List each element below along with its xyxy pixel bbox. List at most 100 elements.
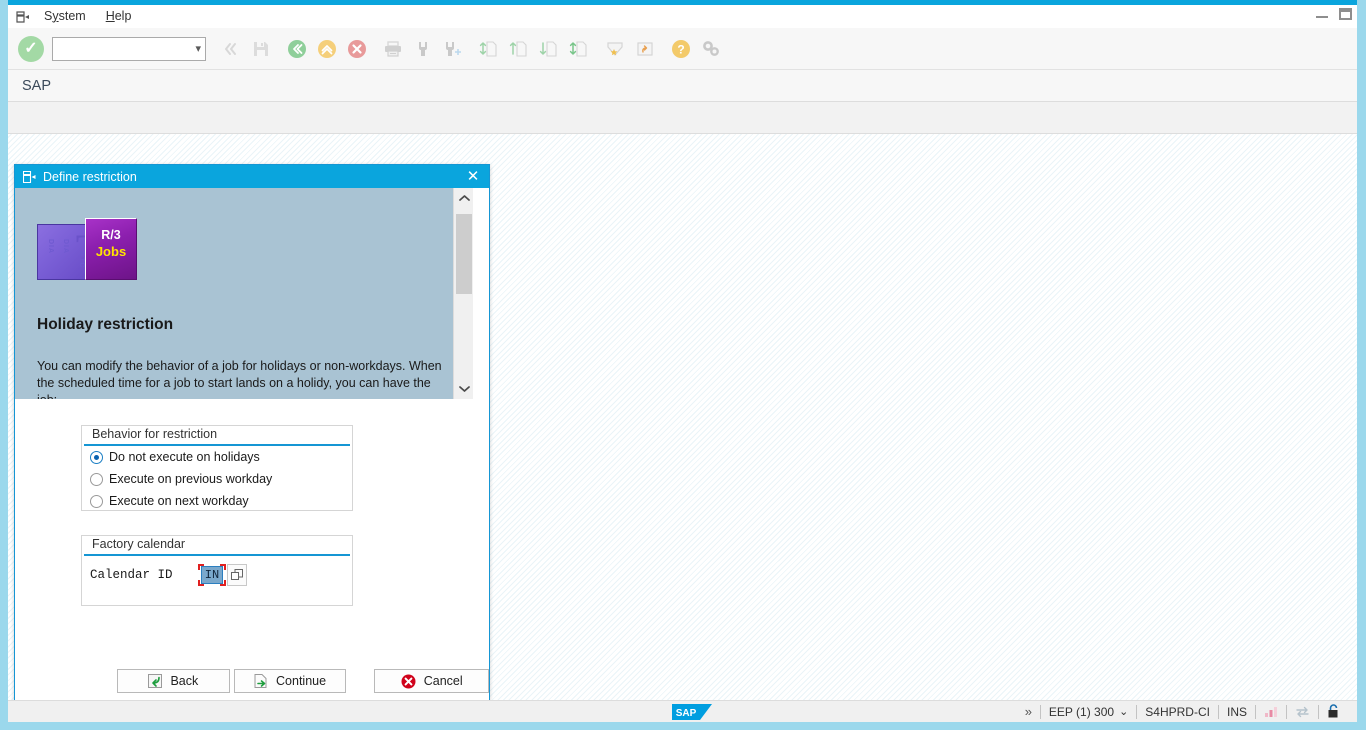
radio-option-label: Execute on next workday [109,494,249,508]
status-expand-button[interactable]: » [1017,704,1040,719]
search-help-button[interactable] [227,564,247,586]
cancel-red-icon[interactable] [342,34,372,64]
svg-text:?: ? [677,42,684,56]
status-server-label: S4HPRD-CI [1145,704,1210,719]
dialog-title-label: Define restriction [43,169,137,184]
create-favorite-icon[interactable] [600,34,630,64]
r3-illustration-label-dia-2: DIA [62,239,69,255]
chevron-down-icon[interactable]: ▾ [193,42,201,55]
window-controls [1316,8,1352,26]
status-system-label: EEP (1) 300 [1048,704,1115,719]
back-green-icon[interactable] [282,34,312,64]
screen-title-bar: SAP [8,70,1357,102]
system-menu-icon[interactable] [12,7,34,27]
status-bar-right: » EEP (1) 300 ⌄ S4HPRD-CI INS [1017,704,1357,719]
factory-calendar-group: Factory calendar Calendar ID [81,535,353,606]
r3-illustration-line1: R/3 [101,228,121,242]
continue-button-label: Continue [276,674,327,688]
menu-item-help-accel: H [105,9,115,23]
menu-item-system[interactable]: System [34,6,96,27]
dialog-body: T DIA DIA BTC R/3 Jobs Holiday restricti… [15,188,490,701]
radio-option-previous-workday[interactable]: Execute on previous workday [82,468,352,490]
new-session-icon[interactable] [630,34,660,64]
behavior-group-legend: Behavior for restriction [84,426,350,446]
last-page-icon[interactable] [564,34,594,64]
exit-yellow-icon[interactable] [312,34,342,64]
back-button[interactable]: Back [117,669,230,693]
menu-item-system-rest: stem [58,9,86,23]
menu-item-help-rest: elp [114,9,132,23]
help-panel-content: T DIA DIA BTC R/3 Jobs Holiday restricti… [15,188,453,399]
window-bottom-border [0,722,1366,730]
help-panel: T DIA DIA BTC R/3 Jobs Holiday restricti… [15,188,473,399]
help-panel-scrollbar[interactable] [453,188,473,399]
page-title: SAP [22,77,52,94]
unlocked-icon[interactable] [1319,704,1349,719]
menu-bar: System Help [8,5,1357,28]
command-input[interactable] [59,40,194,57]
cancel-circle-icon [401,674,416,689]
status-bar: SAP » EEP (1) 300 ⌄ S4HPRD-CI INS [8,700,1357,722]
r3-jobs-illustration: T DIA DIA BTC R/3 Jobs [37,218,153,294]
factory-calendar-group-legend: Factory calendar [84,536,350,556]
status-system-selector[interactable]: EEP (1) 300 ⌄ [1041,705,1136,719]
radio-button-icon[interactable] [90,450,103,464]
scroll-up-icon[interactable] [454,188,473,208]
next-page-icon[interactable] [534,34,564,64]
continue-button[interactable]: Continue [233,669,347,693]
toolbar-icon-group: ? [216,34,726,64]
radio-option-next-workday[interactable]: Execute on next workday [82,490,352,512]
cancel-button[interactable]: Cancel [374,669,490,693]
back-arrow-icon [148,674,163,688]
calendar-id-row: Calendar ID [82,562,352,588]
dialog-button-bar: Back Continue Cancel [15,669,490,693]
help-icon[interactable]: ? [666,34,696,64]
find-icon[interactable] [408,34,438,64]
customize-icon[interactable] [696,34,726,64]
svg-text:SAP: SAP [676,708,697,719]
previous-page-icon[interactable] [504,34,534,64]
r3-illustration-line2: Jobs [95,244,127,259]
radio-button-icon[interactable] [90,494,103,508]
calendar-id-label: Calendar ID [90,568,173,582]
maximize-button[interactable] [1339,8,1352,20]
enter-checkmark-icon[interactable]: ✓ [18,35,44,62]
r3-illustration-label-dia-1: DIA [47,239,54,255]
menu-item-help[interactable]: Help [96,6,142,27]
command-field[interactable]: ▾ [52,36,206,61]
print-icon[interactable] [378,34,408,64]
data-transfer-icon[interactable] [1287,706,1318,718]
window-left-border [0,0,8,722]
radio-button-icon[interactable] [90,472,103,486]
calendar-id-input[interactable] [201,566,223,584]
chevron-down-icon[interactable]: ⌄ [1119,705,1128,718]
back-button-label: Back [170,674,199,688]
scroll-down-icon[interactable] [454,379,473,399]
close-icon[interactable]: ✕ [463,167,483,187]
cancel-button-label: Cancel [423,674,463,688]
calendar-id-focus-frame [198,564,226,586]
help-heading: Holiday restriction [37,316,174,333]
back-chevrons-icon[interactable] [216,34,246,64]
save-icon[interactable] [246,34,276,64]
first-page-icon[interactable] [474,34,504,64]
radio-option-label: Execute on previous workday [109,472,273,486]
status-bar-left: SAP [8,701,1017,722]
define-restriction-dialog: Define restriction ✕ T DIA DIA BTC R/3 [14,164,490,701]
help-paragraph: You can modify the behavior of a job for… [37,359,442,399]
find-next-icon[interactable] [438,34,468,64]
scrollbar-thumb[interactable] [456,214,472,294]
sap-gui-window: System Help ✓ ▾ ? SAP Define restriction… [0,0,1366,730]
r3-illustration-front-card: R/3 Jobs [85,218,137,280]
status-insert-mode[interactable]: INS [1219,705,1255,719]
radio-option-do-not-execute[interactable]: Do not execute on holidays [82,446,352,468]
minimize-button[interactable] [1316,8,1328,18]
signal-icon[interactable] [1256,706,1286,718]
main-toolbar: ✓ ▾ ? [8,28,1357,70]
secondary-title-bar [8,102,1357,134]
window-right-border [1357,0,1366,722]
dialog-title-bar: Define restriction ✕ [15,165,489,188]
r3-illustration-label-btc: BTC [78,251,85,269]
dialog-window-icon [23,170,36,183]
continue-arrow-icon [254,674,268,688]
